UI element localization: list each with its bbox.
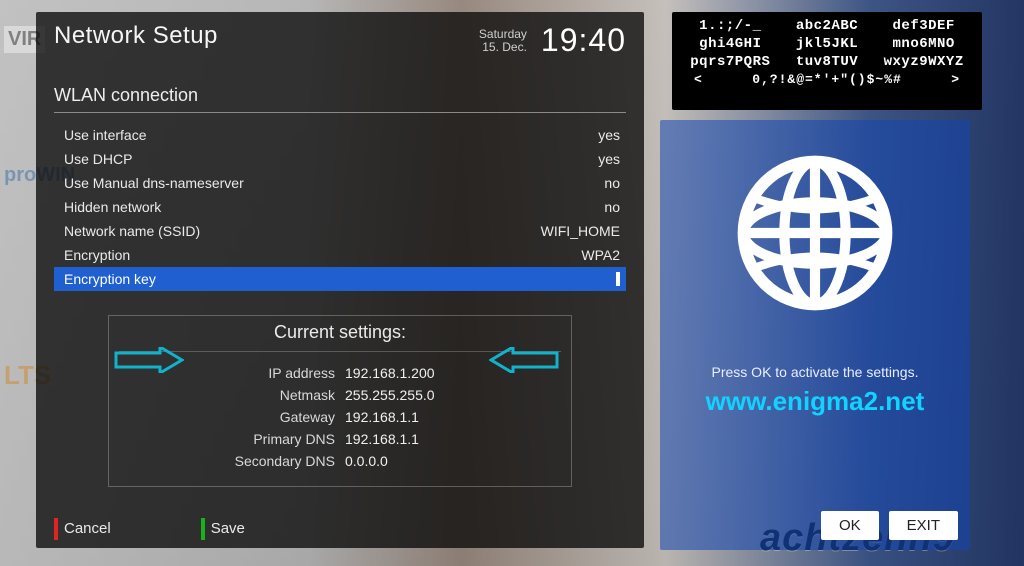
current-value: 192.168.1.1: [345, 428, 561, 450]
osk-row-1: 1.:;/-_ abc2ABC def3DEF: [672, 18, 982, 34]
current-label: Netmask: [119, 384, 335, 406]
current-value: 192.168.1.1: [345, 406, 561, 428]
osk-key-3[interactable]: def3DEF: [875, 18, 972, 34]
globe-icon: [730, 148, 900, 318]
osk-key-left[interactable]: <: [694, 72, 703, 87]
page-title: Network Setup: [54, 22, 218, 50]
setting-label: Use Manual dns-nameserver: [64, 175, 244, 191]
button-row: OK EXIT: [821, 511, 958, 540]
osk-key-2[interactable]: abc2ABC: [779, 18, 876, 34]
setting-ssid[interactable]: Network name (SSID) WIFI_HOME: [54, 219, 626, 243]
setting-use-interface[interactable]: Use interface yes: [54, 123, 626, 147]
osk-key-right[interactable]: >: [951, 72, 960, 87]
setting-value: yes: [598, 151, 620, 167]
current-label: Primary DNS: [119, 428, 335, 450]
bottom-actions: Cancel Save: [54, 518, 626, 540]
setting-label: Encryption key: [64, 271, 156, 287]
setting-value: WIFI_HOME: [541, 223, 620, 239]
current-settings-box: Current settings: IP address 192.168.1.2…: [108, 315, 572, 487]
settings-list: Use interface yes Use DHCP yes Use Manua…: [54, 123, 626, 291]
clock-block: Saturday 15. Dec. 19:40: [479, 22, 626, 59]
save-label: Save: [211, 520, 245, 537]
osk-key-8[interactable]: tuv8TUV: [779, 54, 876, 70]
clock-time: 19:40: [541, 22, 626, 59]
osk-row-2: ghi4GHI jkl5JKL mno6MNO: [672, 36, 982, 52]
setting-encryption-key[interactable]: Encryption key: [54, 267, 626, 291]
osk-key-5[interactable]: jkl5JKL: [779, 36, 876, 52]
activate-hint: Press OK to activate the settings.: [670, 364, 960, 380]
current-label: Secondary DNS: [119, 450, 335, 472]
current-value: 192.168.1.200: [345, 362, 561, 384]
clock-date: 15. Dec.: [479, 41, 527, 54]
setting-value: no: [604, 175, 620, 191]
cancel-label: Cancel: [64, 520, 111, 537]
setting-label: Hidden network: [64, 199, 161, 215]
current-label: IP address: [119, 362, 335, 384]
save-button[interactable]: Save: [201, 518, 245, 540]
red-bar-icon: [54, 518, 58, 540]
setting-label: Encryption: [64, 247, 130, 263]
osk-key-1[interactable]: 1.:;/-_: [682, 18, 779, 34]
exit-button[interactable]: EXIT: [889, 511, 958, 540]
osk-key-0[interactable]: 0,?!&@=*'+"()$~%#: [703, 72, 951, 87]
setting-value: WPA2: [581, 247, 620, 263]
text-caret-icon: [616, 272, 620, 286]
current-settings-title: Current settings:: [119, 322, 561, 352]
current-value: 255.255.255.0: [345, 384, 561, 406]
setting-encryption[interactable]: Encryption WPA2: [54, 243, 626, 267]
current-primary-dns-row: Primary DNS 192.168.1.1: [119, 428, 561, 450]
current-label: Gateway: [119, 406, 335, 428]
setting-value: no: [604, 199, 620, 215]
current-gateway-row: Gateway 192.168.1.1: [119, 406, 561, 428]
setting-manual-dns[interactable]: Use Manual dns-nameserver no: [54, 171, 626, 195]
network-setup-panel: Network Setup Saturday 15. Dec. 19:40 WL…: [36, 12, 644, 548]
green-bar-icon: [201, 518, 205, 540]
current-netmask-row: Netmask 255.255.255.0: [119, 384, 561, 406]
setting-use-dhcp[interactable]: Use DHCP yes: [54, 147, 626, 171]
clock-day: Saturday: [479, 28, 527, 41]
cancel-button[interactable]: Cancel: [54, 518, 111, 540]
osk-key-6[interactable]: mno6MNO: [875, 36, 972, 52]
osk-key-7[interactable]: pqrs7PQRS: [682, 54, 779, 70]
setting-hidden-network[interactable]: Hidden network no: [54, 195, 626, 219]
ok-button[interactable]: OK: [821, 511, 879, 540]
current-secondary-dns-row: Secondary DNS 0.0.0.0: [119, 450, 561, 472]
current-value: 0.0.0.0: [345, 450, 561, 472]
onscreen-keyboard[interactable]: 1.:;/-_ abc2ABC def3DEF ghi4GHI jkl5JKL …: [672, 12, 982, 110]
info-panel: Press OK to activate the settings. www.e…: [660, 120, 970, 550]
watermark-url: www.enigma2.net: [670, 386, 960, 417]
current-ip-row: IP address 192.168.1.200: [119, 362, 561, 384]
osk-row-3: pqrs7PQRS tuv8TUV wxyz9WXYZ: [672, 54, 982, 70]
setting-value: yes: [598, 127, 620, 143]
setting-label: Use DHCP: [64, 151, 132, 167]
setting-label: Use interface: [64, 127, 146, 143]
osk-key-4[interactable]: ghi4GHI: [682, 36, 779, 52]
osk-row-bottom: < 0,?!&@=*'+"()$~%# >: [672, 72, 982, 87]
osk-key-9[interactable]: wxyz9WXYZ: [875, 54, 972, 70]
wlan-subhead: WLAN connection: [54, 85, 626, 113]
setting-label: Network name (SSID): [64, 223, 200, 239]
